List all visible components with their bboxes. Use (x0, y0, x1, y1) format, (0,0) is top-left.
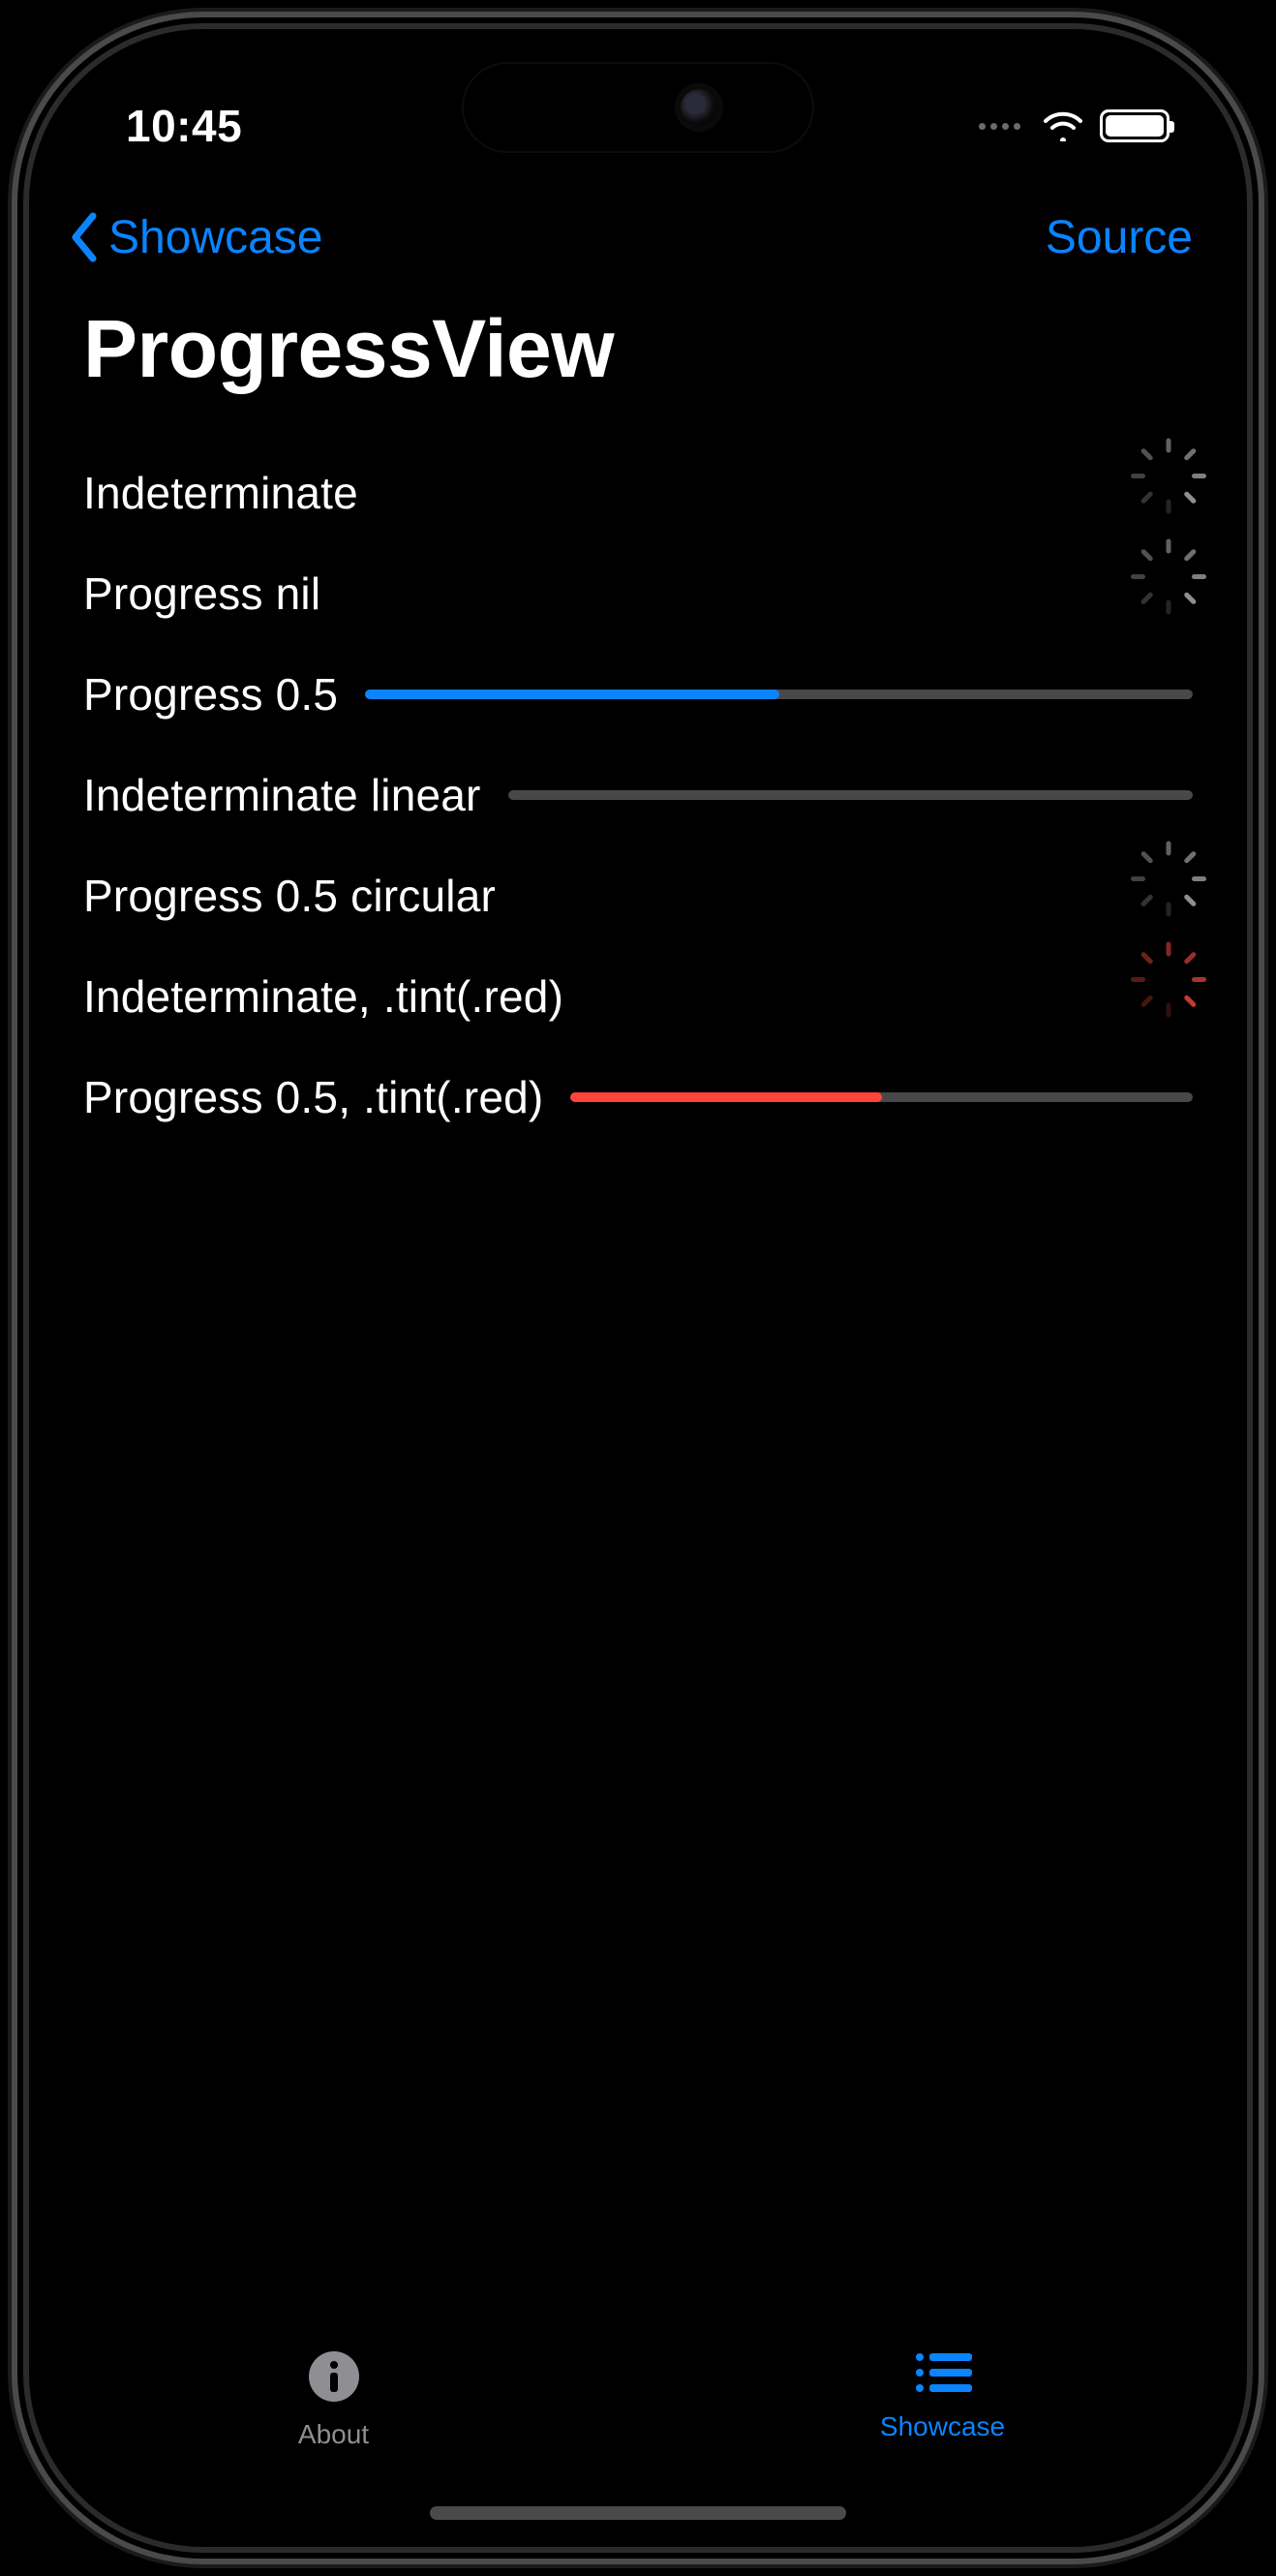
list-row: Progress 0.5 (83, 644, 1193, 745)
row-value (1144, 972, 1193, 1021)
list-row: Progress 0.5, .tint(.red) (83, 1047, 1193, 1148)
phone-frame: 10:45 (29, 29, 1247, 2547)
cellular-icon (979, 123, 1020, 130)
battery-icon (1100, 109, 1170, 142)
source-button[interactable]: Source (1046, 211, 1193, 264)
spinner-icon (1144, 569, 1193, 618)
list-row: Indeterminate (83, 443, 1193, 543)
progress-bar (570, 1092, 1193, 1102)
list-row: Indeterminate, .tint(.red) (83, 946, 1193, 1047)
spinner-icon (1144, 872, 1193, 920)
nav-bar: Showcase Source (29, 184, 1247, 291)
content-list: Indeterminate Progress nil Progress 0.5 Ind… (29, 425, 1247, 2334)
wifi-icon (1042, 110, 1084, 141)
row-label: Indeterminate, .tint(.red) (83, 970, 563, 1023)
list-icon (912, 2348, 974, 2402)
status-time: 10:45 (126, 100, 242, 152)
row-value (1144, 569, 1193, 618)
tab-showcase-label: Showcase (880, 2411, 1005, 2442)
row-value (508, 790, 1193, 800)
back-button[interactable]: Showcase (68, 211, 322, 264)
progress-bar (365, 690, 1193, 699)
list-row: Progress nil (83, 543, 1193, 644)
tab-about-label: About (298, 2419, 369, 2450)
row-label: Indeterminate (83, 467, 358, 519)
status-bar: 10:45 (29, 29, 1247, 184)
tab-showcase[interactable]: Showcase (638, 2335, 1247, 2442)
page-title: ProgressView (83, 302, 1193, 396)
row-value (1144, 872, 1193, 920)
list-row: Indeterminate linear (83, 745, 1193, 845)
back-label: Showcase (108, 211, 322, 264)
info-icon (306, 2348, 362, 2409)
tab-about[interactable]: About (29, 2335, 638, 2450)
chevron-left-icon (68, 212, 101, 262)
row-label: Progress 0.5 (83, 668, 338, 721)
row-label: Indeterminate linear (83, 769, 481, 821)
row-value (570, 1092, 1193, 1102)
row-value (1144, 469, 1193, 517)
progress-fill (365, 690, 778, 699)
list-row: Progress 0.5 circular (83, 845, 1193, 946)
row-label: Progress 0.5, .tint(.red) (83, 1071, 543, 1123)
row-label: Progress nil (83, 567, 320, 620)
source-label: Source (1046, 212, 1193, 263)
progress-bar (508, 790, 1193, 800)
home-indicator (430, 2506, 846, 2520)
progress-fill (570, 1092, 881, 1102)
spinner-icon (1144, 469, 1193, 517)
row-label: Progress 0.5 circular (83, 870, 496, 922)
spinner-icon (1144, 972, 1193, 1021)
row-value (365, 690, 1193, 699)
